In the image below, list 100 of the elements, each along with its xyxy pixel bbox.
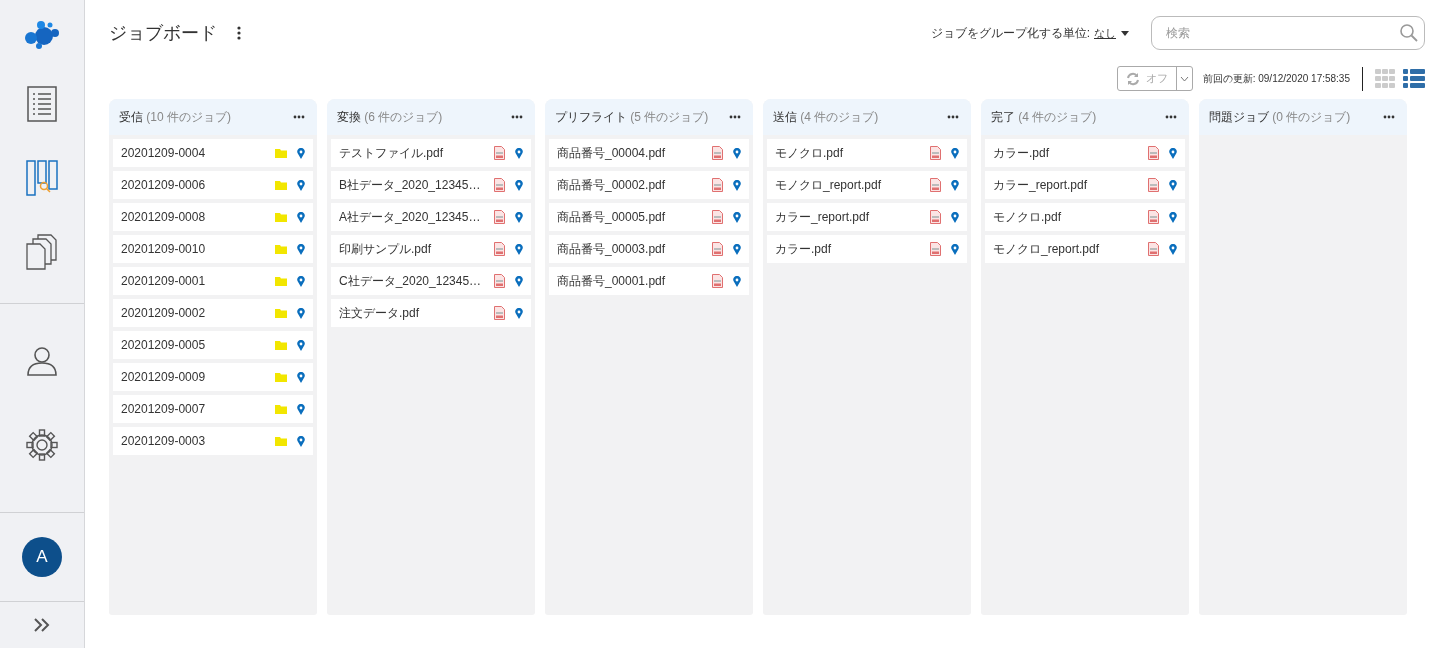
board-icon <box>26 160 58 196</box>
pdf-icon <box>930 242 941 256</box>
job-card[interactable]: 20201209-0006 <box>113 171 313 199</box>
documents-icon <box>26 234 58 270</box>
job-name: C社データ_2020_12345… <box>339 272 483 290</box>
job-name: 20201209-0001 <box>121 274 207 288</box>
job-name: 20201209-0010 <box>121 242 207 256</box>
location-pin-icon <box>733 275 741 287</box>
more-icon <box>1383 115 1395 119</box>
job-card[interactable]: C社データ_2020_12345… <box>331 267 531 295</box>
pdf-icon <box>1148 146 1159 160</box>
job-card[interactable]: 20201209-0005 <box>113 331 313 359</box>
pdf-icon <box>930 178 941 192</box>
pdf-icon <box>712 146 723 160</box>
job-name: 商品番号_00003.pdf <box>557 240 667 258</box>
folder-icon <box>275 212 287 222</box>
column-menu-button[interactable] <box>509 113 525 121</box>
job-card[interactable]: 20201209-0001 <box>113 267 313 295</box>
job-name: 20201209-0009 <box>121 370 207 384</box>
search-field[interactable]: 検索 <box>1151 16 1425 50</box>
location-pin-icon <box>733 147 741 159</box>
column-menu-button[interactable] <box>1381 113 1397 121</box>
pdf-icon <box>1148 210 1159 224</box>
location-pin-icon <box>733 211 741 223</box>
job-card[interactable]: テストファイル.pdf <box>331 139 531 167</box>
column-menu-button[interactable] <box>945 113 961 121</box>
job-card[interactable]: A社データ_2020_12345… <box>331 203 531 231</box>
job-card[interactable]: 商品番号_00003.pdf <box>549 235 749 263</box>
column-title: 受信 (10 件のジョブ) <box>119 108 232 126</box>
list-view-button[interactable] <box>1403 68 1425 89</box>
folder-icon <box>275 244 287 254</box>
pdf-icon <box>1148 178 1159 192</box>
pdf-icon <box>494 274 505 288</box>
job-card[interactable]: 20201209-0007 <box>113 395 313 423</box>
job-card[interactable]: 20201209-0008 <box>113 203 313 231</box>
pdf-icon <box>494 306 505 320</box>
job-name: モノクロ.pdf <box>993 208 1062 226</box>
avatar[interactable]: A <box>22 537 62 577</box>
folder-icon <box>275 276 287 286</box>
pdf-icon <box>494 210 505 224</box>
list-view-icon <box>1403 68 1425 89</box>
job-card[interactable]: カラー.pdf <box>985 139 1185 167</box>
column-title: 送信 (4 件のジョブ) <box>773 108 879 126</box>
more-icon <box>1165 115 1177 119</box>
location-pin-icon <box>1169 211 1177 223</box>
job-name: 商品番号_00005.pdf <box>557 208 667 226</box>
location-pin-icon <box>951 179 959 191</box>
column-title: 完了 (4 件のジョブ) <box>991 108 1097 126</box>
group-by-dropdown[interactable]: なし <box>1090 25 1133 41</box>
job-card[interactable]: モノクロ.pdf <box>767 139 967 167</box>
folder-icon <box>275 372 287 382</box>
pdf-icon <box>1148 242 1159 256</box>
location-pin-icon <box>1169 147 1177 159</box>
double-chevron-icon <box>33 618 51 632</box>
job-card[interactable]: 20201209-0003 <box>113 427 313 455</box>
job-card[interactable]: モノクロ_report.pdf <box>767 171 967 199</box>
job-card[interactable]: モノクロ.pdf <box>985 203 1185 231</box>
job-name: モノクロ_report.pdf <box>775 176 883 194</box>
job-name: カラー_report.pdf <box>993 176 1089 194</box>
job-card[interactable]: 注文データ.pdf <box>331 299 531 327</box>
location-pin-icon <box>951 147 959 159</box>
job-name: 注文データ.pdf <box>339 304 420 322</box>
job-card[interactable]: 商品番号_00004.pdf <box>549 139 749 167</box>
job-card[interactable]: 20201209-0002 <box>113 299 313 327</box>
folder-icon <box>275 180 287 190</box>
job-card[interactable]: 20201209-0009 <box>113 363 313 391</box>
pdf-icon <box>712 274 723 288</box>
job-card[interactable]: B社データ_2020_12345… <box>331 171 531 199</box>
job-card[interactable]: モノクロ_report.pdf <box>985 235 1185 263</box>
folder-icon <box>275 340 287 350</box>
job-card[interactable]: 商品番号_00002.pdf <box>549 171 749 199</box>
refresh-icon <box>1125 71 1140 86</box>
job-card[interactable]: 20201209-0004 <box>113 139 313 167</box>
location-pin-icon <box>297 211 305 223</box>
location-pin-icon <box>297 243 305 255</box>
job-card[interactable]: カラー_report.pdf <box>985 171 1185 199</box>
search-icon <box>1400 24 1418 42</box>
job-card[interactable]: カラー.pdf <box>767 235 967 263</box>
job-card[interactable]: 商品番号_00001.pdf <box>549 267 749 295</box>
location-pin-icon <box>515 147 523 159</box>
location-pin-icon <box>1169 179 1177 191</box>
job-card[interactable]: 20201209-0010 <box>113 235 313 263</box>
job-card[interactable]: 商品番号_00005.pdf <box>549 203 749 231</box>
job-name: カラー.pdf <box>993 144 1050 162</box>
more-icon <box>511 115 523 119</box>
job-name: 20201209-0008 <box>121 210 207 224</box>
job-card[interactable]: カラー_report.pdf <box>767 203 967 231</box>
column-menu-button[interactable] <box>1163 113 1179 121</box>
pdf-icon <box>494 178 505 192</box>
location-pin-icon <box>733 243 741 255</box>
page-title: ジョブボード <box>109 22 217 45</box>
column-menu-button[interactable] <box>727 113 743 121</box>
job-name: 商品番号_00004.pdf <box>557 144 667 162</box>
job-name: 20201209-0006 <box>121 178 207 192</box>
column-menu-button[interactable] <box>291 113 307 121</box>
list-icon <box>27 86 57 122</box>
location-pin-icon <box>515 211 523 223</box>
pdf-icon <box>712 178 723 192</box>
location-pin-icon <box>297 371 305 383</box>
job-card[interactable]: 印刷サンプル.pdf <box>331 235 531 263</box>
